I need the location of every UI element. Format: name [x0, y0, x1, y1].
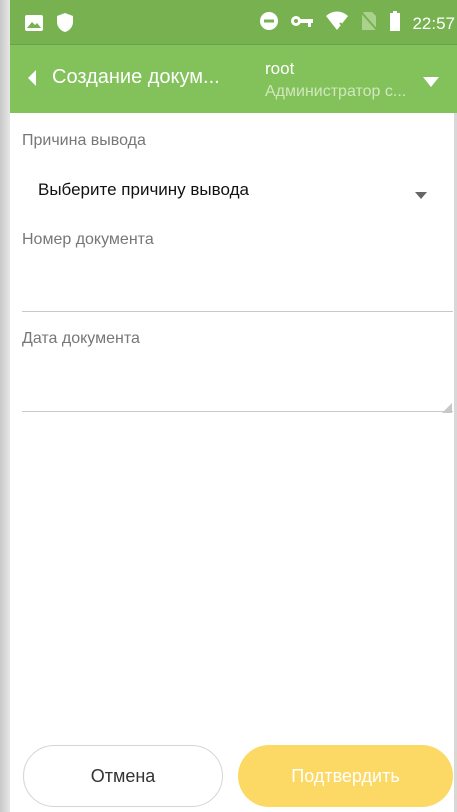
vpn-key-icon [290, 14, 314, 33]
doc-number-input[interactable] [22, 270, 453, 310]
doc-number-underline [22, 311, 453, 312]
user-role[interactable]: Администратор с... [265, 83, 406, 101]
do-not-disturb-icon [259, 11, 279, 36]
doc-date-input[interactable] [22, 368, 453, 410]
doc-date-underline [22, 411, 453, 412]
account-dropdown-icon[interactable] [423, 74, 439, 92]
app-bar: Создание докум... root Администратор с..… [10, 45, 457, 113]
device-frame-left [0, 0, 10, 812]
back-arrow-icon[interactable] [26, 69, 38, 92]
shield-icon [56, 12, 74, 38]
reason-select[interactable]: Выберите причину вывода [38, 180, 249, 200]
wifi-off-icon [325, 11, 349, 36]
reason-dropdown-icon[interactable] [415, 186, 427, 204]
doc-date-label: Дата документа [22, 330, 140, 347]
battery-icon [389, 11, 401, 36]
resize-grip-icon[interactable] [442, 400, 452, 418]
cancel-button[interactable]: Отмена [23, 745, 223, 807]
status-bar: 22:57 [10, 0, 457, 45]
user-name[interactable]: root [265, 59, 294, 79]
page-title[interactable]: Создание докум... [52, 66, 220, 89]
image-icon [24, 14, 44, 37]
clock: 22:57 [412, 13, 455, 33]
doc-number-label: Номер документа [22, 231, 154, 248]
reason-label: Причина вывода [22, 132, 146, 149]
no-sim-icon [360, 11, 379, 36]
confirm-button[interactable]: Подтвердить [238, 745, 453, 807]
